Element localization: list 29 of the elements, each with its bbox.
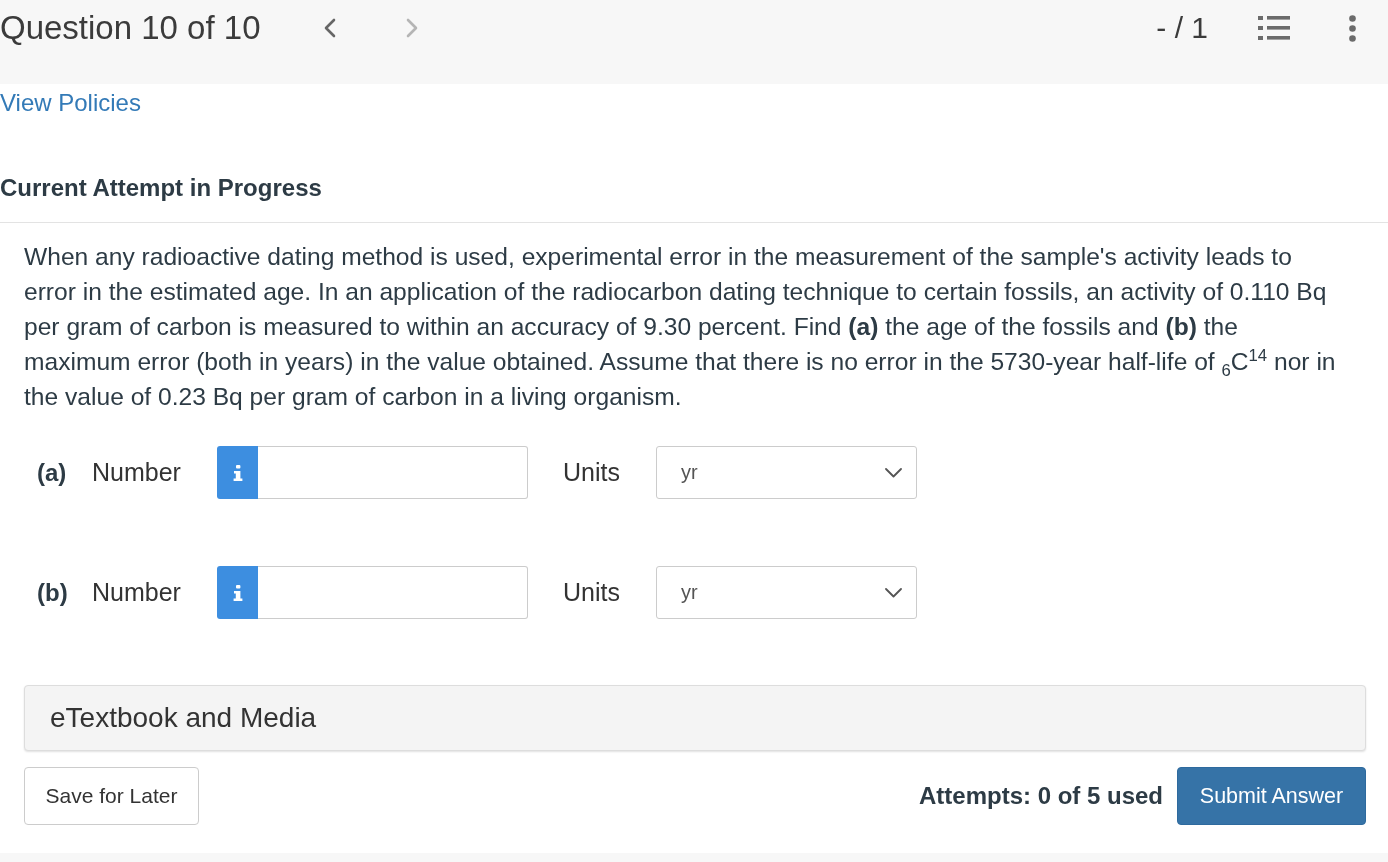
info-icon xyxy=(232,464,243,481)
units-dropdown[interactable]: yr xyxy=(656,446,917,499)
chevron-left-icon xyxy=(322,18,337,38)
info-button[interactable] xyxy=(217,566,258,619)
attempts-text: Attempts: 0 of 5 used xyxy=(918,782,1163,810)
number-input[interactable] xyxy=(258,566,528,619)
view-policies-link[interactable]: View Policies xyxy=(0,88,141,118)
part-label: (b) xyxy=(37,578,68,607)
chevron-right-icon xyxy=(404,18,419,38)
question-counter: Question 10 of 10 xyxy=(0,8,261,48)
chevron-down-icon xyxy=(885,467,902,478)
info-button[interactable] xyxy=(217,446,258,499)
section-heading: Current Attempt in Progress xyxy=(0,173,322,203)
media-section-header[interactable]: eTextbook and Media xyxy=(24,685,1366,751)
score-text: - / 1 xyxy=(1156,10,1208,46)
question-text: When any radioactive dating method is used, experimental error in the measurement of the sample's activity leads to error in the estimated age. In an application of the radiocarbon dating technique to certain fossils, an activity of 0.110 Bq per gram of carbon is measured to within an accuracy of 9.30 percent. Find (a) the age of the fossils and (b) the maximum error (both in years) in the value obtained. Assume that there is no error in the 5730-year half-life of $_{6}$C$^{14}$ nor in the value of 0.23 Bq per gram of carbon in a living organism. xyxy=(24,242,1337,412)
part-label: (a) xyxy=(37,458,67,487)
submit-answer-button[interactable]: Submit Answer xyxy=(1177,767,1366,825)
info-icon xyxy=(232,584,243,601)
units-label: Units xyxy=(563,458,620,487)
save-for-later-button[interactable]: Save for Later xyxy=(24,767,199,825)
more-vertical-icon xyxy=(1349,14,1356,42)
units-label: Units xyxy=(563,578,620,607)
number-input[interactable] xyxy=(258,446,528,499)
field-label: Number xyxy=(92,458,181,487)
units-dropdown[interactable]: yr xyxy=(656,566,917,619)
chevron-down-icon xyxy=(885,587,902,598)
list-icon xyxy=(1258,15,1290,41)
field-label: Number xyxy=(92,578,181,607)
